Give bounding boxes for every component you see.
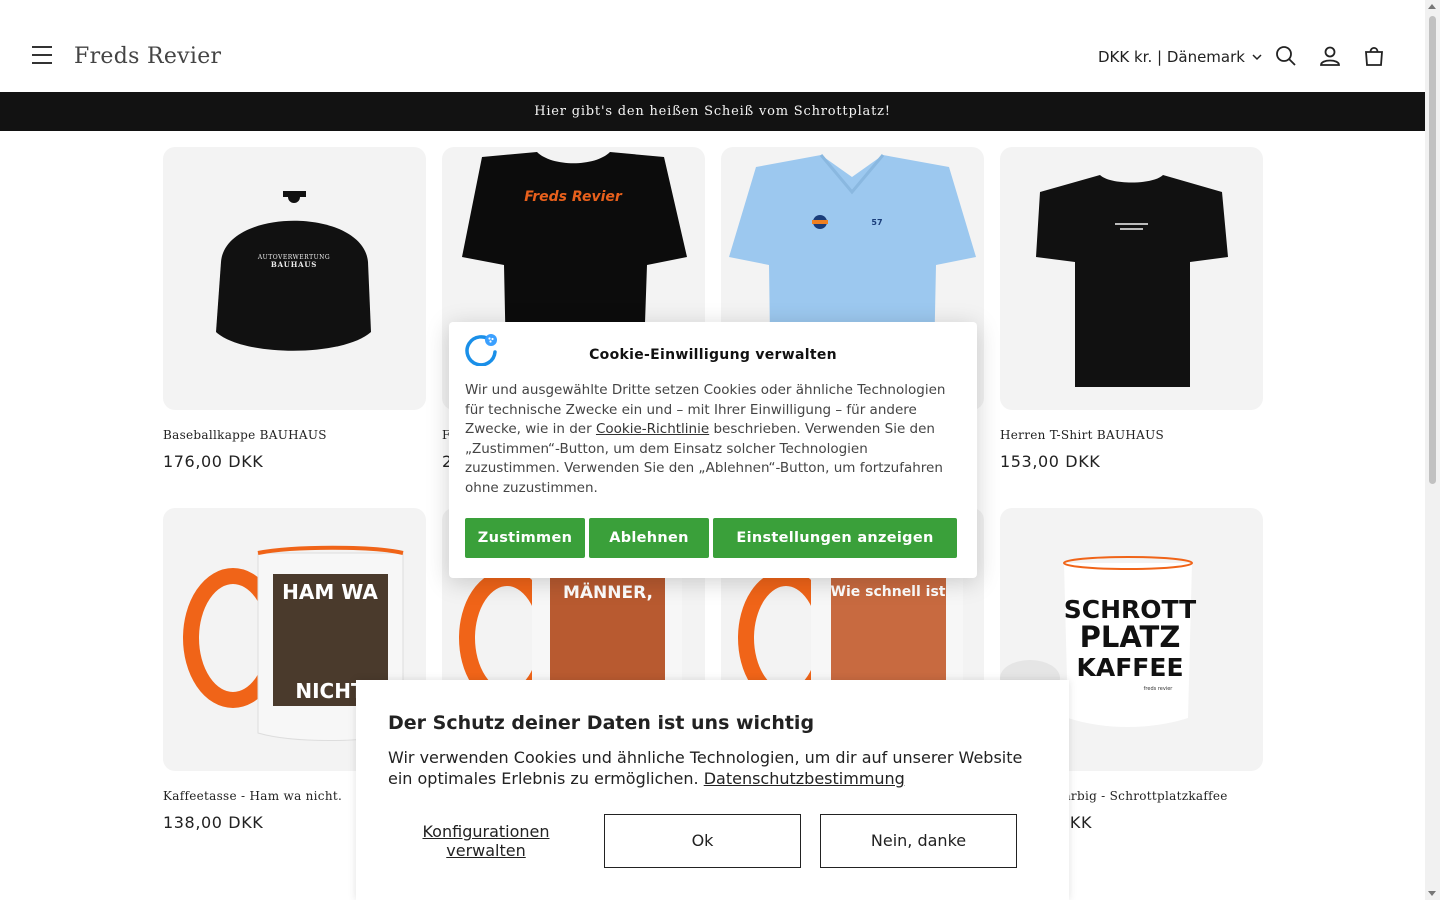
cap-text: BAUHAUS [271, 260, 317, 269]
product-price: 176,00 DKK [163, 452, 264, 471]
locale-label: DKK kr. | Dänemark [1098, 48, 1245, 66]
mug-print: NICHT [295, 679, 365, 703]
manage-config-link[interactable]: Konfigurationen verwalten [416, 822, 556, 860]
no-thanks-button[interactable]: Nein, danke [820, 814, 1017, 868]
cookie-modal-text: Wir und ausgewählte Dritte setzen Cookie… [465, 381, 961, 498]
product-title[interactable]: Herren T-Shirt BAUHAUS [1000, 428, 1263, 442]
product-price: 153,00 DKK [1000, 452, 1101, 471]
privacy-banner: Der Schutz deiner Daten ist uns wichtig … [356, 680, 1069, 900]
cookie-policy-link[interactable]: Cookie-Richtlinie [596, 421, 709, 437]
privacy-policy-link[interactable]: Datenschutzbestimmung [704, 769, 905, 788]
product-image[interactable]: AUTOVERWERTUNG BAUHAUS [163, 147, 426, 410]
show-settings-button[interactable]: Einstellungen anzeigen [713, 518, 957, 558]
site-header: Freds Revier DKK kr. | Dänemark [0, 0, 1425, 92]
mug-print: Wie schnell ist [831, 584, 946, 600]
product-card[interactable]: AUTOVERWERTUNG BAUHAUS Baseballkappe BAU… [163, 147, 426, 471]
product-card[interactable]: Herren T-Shirt BAUHAUS 153,00 DKK [1000, 147, 1263, 471]
mug-print: HAM WA [282, 580, 378, 604]
mug-print: PLATZ [1080, 620, 1181, 654]
mug-print-small: freds revier [1144, 686, 1174, 692]
privacy-text: Wir verwenden Cookies und ähnliche Techn… [388, 747, 1048, 789]
ok-button[interactable]: Ok [604, 814, 801, 868]
mug-print: KAFFEE [1076, 653, 1183, 682]
user-icon[interactable] [1318, 44, 1346, 72]
hamburger-icon[interactable] [30, 46, 54, 70]
cookie-modal-title: Cookie-Einwilligung verwalten [589, 347, 837, 363]
cart-icon[interactable] [1362, 44, 1390, 72]
reject-button[interactable]: Ablehnen [589, 518, 709, 558]
cookie-consent-modal: Cookie-Einwilligung verwalten Wir und au… [449, 322, 977, 578]
product-title[interactable]: Baseballkappe BAUHAUS [163, 428, 426, 442]
mug-print: MÄNNER, [563, 581, 653, 603]
page-scrollbar[interactable] [1425, 0, 1440, 900]
scrollbar-thumb[interactable] [1429, 16, 1436, 484]
scroll-up-icon[interactable] [1428, 4, 1436, 9]
product-image[interactable] [1000, 147, 1263, 410]
privacy-title: Der Schutz deiner Daten ist uns wichtig [388, 712, 815, 734]
locale-selector[interactable]: DKK kr. | Dänemark [1098, 48, 1263, 66]
accept-button[interactable]: Zustimmen [465, 518, 585, 558]
brand-logo[interactable]: Freds Revier [74, 44, 221, 69]
announcement-bar: Hier gibt's den heißen Scheiß vom Schrot… [0, 92, 1425, 131]
scroll-down-icon[interactable] [1428, 891, 1436, 896]
polo-badge: 57 [871, 218, 882, 227]
chevron-down-icon [1252, 54, 1262, 61]
search-icon[interactable] [1274, 44, 1302, 72]
shirt-print: Freds Revier [524, 189, 623, 205]
